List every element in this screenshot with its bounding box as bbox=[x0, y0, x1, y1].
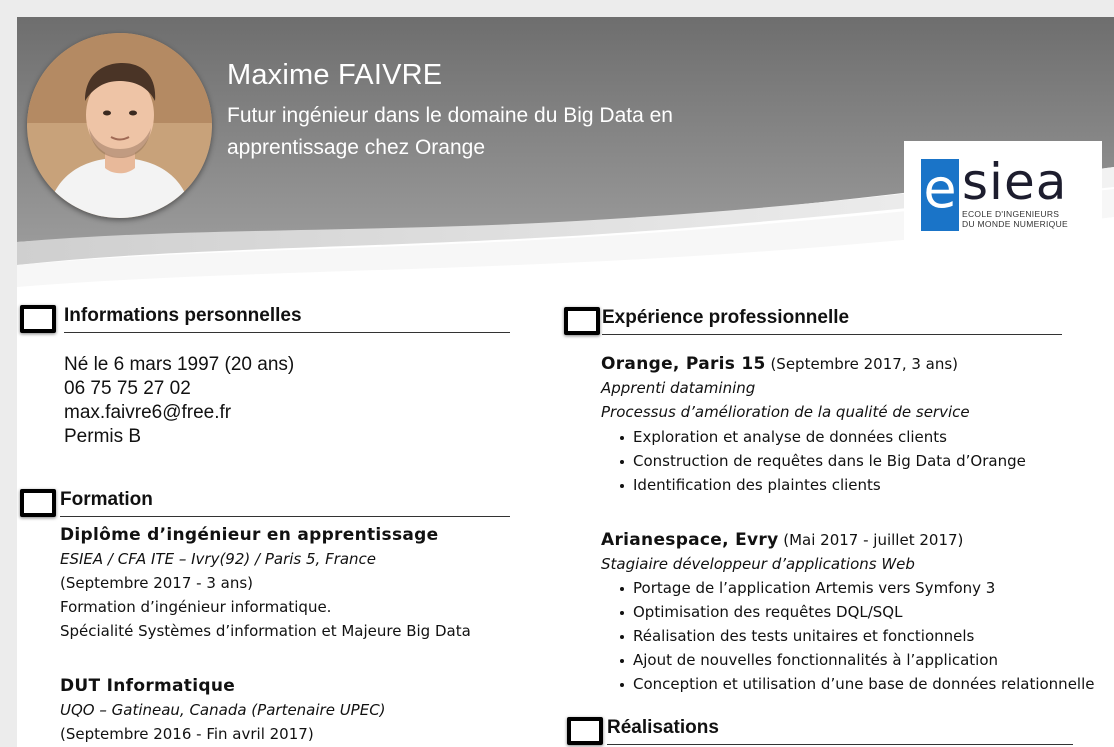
formation-period: (Septembre 2017 - 3 ans) bbox=[60, 574, 254, 592]
job-subtitle: Processus d’amélioration de la qualité d… bbox=[601, 403, 970, 421]
job-role: Stagiaire développeur d’applications Web bbox=[601, 555, 915, 573]
job-entry: Orange, Paris 15 (Septembre 2017, 3 ans)… bbox=[601, 352, 970, 424]
profile-photo bbox=[27, 33, 212, 218]
job-company: Arianespace, Evry bbox=[601, 530, 779, 550]
formation-school: ESIEA / CFA ITE – Ivry(92) / Paris 5, Fr… bbox=[60, 550, 377, 568]
candidate-name: Maxime FAIVRE bbox=[227, 59, 443, 91]
driving-license: Permis B bbox=[64, 426, 142, 447]
job-entry: Arianespace, Evry (Mai 2017 - juillet 20… bbox=[601, 528, 963, 576]
formation-title: DUT Informatique bbox=[60, 676, 236, 696]
section-experience: Expérience professionnelle bbox=[564, 307, 1064, 341]
section-title: Expérience professionnelle bbox=[602, 307, 850, 328]
job-task-list: Exploration et analyse de données client… bbox=[601, 425, 1026, 497]
section-title: Réalisations bbox=[607, 717, 719, 738]
logo-subtitle-line1: ECOLE D'INGENIEURS bbox=[962, 209, 1060, 219]
section-marker-icon bbox=[20, 305, 56, 333]
formation-detail: Spécialité Systèmes d’information et Maj… bbox=[60, 622, 471, 640]
section-marker-icon bbox=[567, 717, 603, 745]
job-period: (Septembre 2017, 3 ans) bbox=[765, 355, 959, 373]
list-item: Construction de requêtes dans le Big Dat… bbox=[601, 449, 1026, 473]
logo-subtitle: ECOLE D'INGENIEURS DU MONDE NUMERIQUE bbox=[962, 209, 1068, 229]
section-personal-info: Informations personnelles bbox=[20, 305, 510, 339]
email-address: max.faivre6@free.fr bbox=[64, 402, 232, 423]
list-item: Ajout de nouvelles fonctionnalités à l’a… bbox=[601, 648, 1094, 672]
formation-entry: Diplôme d’ingénieur en apprentissage ESI… bbox=[60, 523, 471, 643]
job-role: Apprenti datamining bbox=[601, 379, 756, 397]
resume-page: Maxime FAIVRE Futur ingénieur dans le do… bbox=[17, 17, 1114, 747]
section-divider bbox=[60, 516, 510, 517]
formation-school: UQO – Gatineau, Canada (Partenaire UPEC) bbox=[60, 701, 386, 719]
logo-subtitle-line2: DU MONDE NUMERIQUE bbox=[962, 219, 1068, 229]
candidate-tagline: Futur ingénieur dans le domaine du Big D… bbox=[227, 104, 673, 159]
list-item: Conception et utilisation d’une base de … bbox=[601, 672, 1094, 696]
list-item: Identification des plaintes clients bbox=[601, 473, 1026, 497]
list-item: Réalisation des tests unitaires et fonct… bbox=[601, 624, 1094, 648]
section-marker-icon bbox=[564, 307, 600, 335]
logo-letters: siea bbox=[962, 153, 1068, 211]
section-divider bbox=[602, 334, 1062, 335]
job-company: Orange, Paris 15 bbox=[601, 354, 766, 374]
section-title: Informations personnelles bbox=[64, 305, 302, 326]
section-divider bbox=[607, 744, 1073, 745]
formation-detail: Formation d’ingénieur informatique. bbox=[60, 598, 332, 616]
section-marker-icon bbox=[20, 489, 56, 517]
list-item: Optimisation des requêtes DQL/SQL bbox=[601, 600, 1094, 624]
section-title: Formation bbox=[60, 489, 153, 510]
section-divider bbox=[64, 332, 510, 333]
list-item: Portage de l’application Artemis vers Sy… bbox=[601, 576, 1094, 600]
section-formation: Formation bbox=[20, 489, 510, 523]
header-banner: Maxime FAIVRE Futur ingénieur dans le do… bbox=[17, 17, 1114, 292]
section-realisations: Réalisations bbox=[567, 717, 1077, 747]
esiea-logo: e siea ECOLE D'INGENIEURS DU MONDE NUMER… bbox=[904, 141, 1102, 243]
formation-title: Diplôme d’ingénieur en apprentissage bbox=[60, 525, 439, 545]
job-task-list: Portage de l’application Artemis vers Sy… bbox=[601, 576, 1094, 696]
job-period: (Mai 2017 - juillet 2017) bbox=[778, 531, 964, 549]
formation-entry: DUT Informatique UQO – Gatineau, Canada … bbox=[60, 674, 386, 746]
list-item: Exploration et analyse de données client… bbox=[601, 425, 1026, 449]
formation-period: (Septembre 2016 - Fin avril 2017) bbox=[60, 725, 314, 743]
phone-number: 06 75 75 27 02 bbox=[64, 378, 191, 399]
logo-e-letter: e bbox=[921, 159, 959, 231]
birth-date: Né le 6 mars 1997 (20 ans) bbox=[64, 354, 295, 375]
